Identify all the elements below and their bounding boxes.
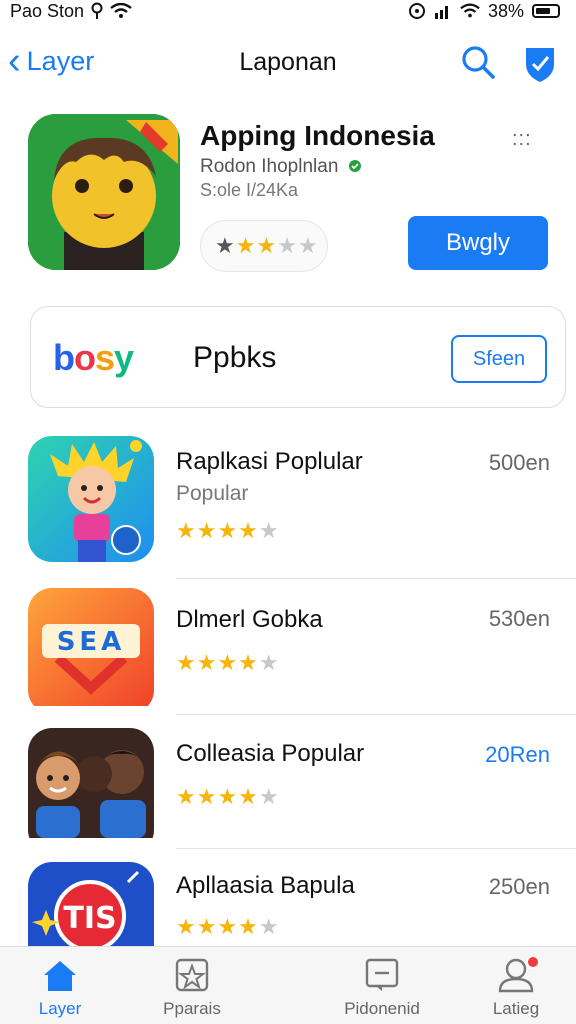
tab-bar: Layer Pparais Pidonenid Latieg (0, 946, 576, 1024)
star-icon: ★ (215, 233, 236, 258)
tab-latieg[interactable]: Latieg (456, 955, 576, 1019)
app-name: Raplkasi Poplular (176, 448, 363, 475)
featured-app-meta: S:ole I/24Ka (200, 180, 299, 200)
divider (176, 714, 576, 715)
wifi-icon (110, 3, 132, 18)
star-icon: ★ (258, 650, 280, 675)
app-name: Apllaasia Bapula (176, 872, 355, 899)
banner-open-button[interactable]: Sfeen (451, 335, 547, 383)
app-rating: ★★★★★ (176, 914, 280, 940)
promo-banner[interactable]: bosy Ppbks Sfeen (30, 306, 566, 408)
tab-label: Pidonenid (344, 999, 420, 1018)
app-rating: ★★★★★ (176, 518, 280, 544)
banner-title: Ppbks (193, 341, 277, 374)
tab-label: Layer (38, 999, 82, 1018)
star-icon: ★ (297, 233, 319, 258)
divider (176, 848, 576, 849)
star-icon: ★★★★ (176, 784, 259, 809)
app-rating: ★★★★★ (176, 784, 280, 810)
cartoon-face-icon (28, 114, 180, 270)
status-right: 38% (408, 1, 560, 22)
featured-developer-text: Rodon Ihoplnlan (200, 156, 339, 177)
featured-app-title: Apping Indonesia (200, 120, 435, 151)
icon-text: SEA (57, 627, 126, 657)
tab-label: Latieg (492, 999, 540, 1018)
more-options-icon[interactable]: ::: (512, 128, 532, 151)
app-name: Colleasia Popular (176, 740, 365, 767)
featured-rating: ★ ★ ★ ★ ★ (200, 220, 328, 272)
battery-percent: 38% (487, 0, 524, 21)
star-icon: ★ (258, 784, 280, 809)
status-bar: Pao Ston 38% (0, 0, 576, 22)
icon-text: TIS (63, 901, 116, 936)
star-icon: ★★★★ (176, 518, 259, 543)
app-icon: SEA (28, 588, 154, 714)
tab-layer[interactable]: Layer (0, 957, 120, 1019)
carrier-label: Pao Ston (10, 0, 85, 21)
app-rating: ★★★★★ (176, 650, 280, 676)
word-game-icon: SEA (28, 588, 154, 706)
battery-icon (532, 4, 560, 18)
star-icon: ★★★★ (176, 650, 259, 675)
star-icon: ★ (235, 233, 257, 258)
star-icon: ★ (258, 518, 280, 543)
app-price[interactable]: 530en (489, 606, 550, 632)
shield-icon[interactable] (522, 44, 558, 84)
star-half-icon: ★ (256, 233, 278, 258)
app-price[interactable]: 250en (489, 874, 550, 900)
featured-app-icon[interactable] (28, 114, 180, 270)
verified-icon (348, 160, 361, 172)
wifi-icon-right (460, 3, 480, 18)
star-icon: ★★★★ (176, 914, 259, 939)
app-category: Popular (176, 482, 249, 505)
tab-pparais[interactable]: Pparais (132, 957, 252, 1019)
logo-letter: s (95, 337, 115, 378)
star-box-icon (175, 958, 209, 992)
search-icon[interactable] (460, 44, 496, 80)
home-icon (44, 961, 76, 991)
featured-app: Apping Indonesia ::: Rodon Ihoplnlan S:o… (0, 112, 576, 282)
logo-letter: y (114, 337, 134, 378)
list-item[interactable]: Colleasia Popular ★★★★★ 20Ren (0, 728, 576, 862)
divider (176, 578, 576, 579)
tab-pidonenid[interactable]: Pidonenid (322, 957, 442, 1019)
notification-badge (526, 955, 540, 969)
status-left: Pao Ston (10, 1, 132, 22)
app-icon (28, 436, 154, 562)
app-price[interactable]: 20Ren (485, 742, 550, 768)
star-icon: ★ (258, 914, 280, 939)
friends-group-icon (28, 728, 154, 838)
alarm-icon (408, 3, 425, 19)
location-icon (91, 2, 103, 19)
kid-character-icon (28, 436, 154, 562)
app-icon: TIS (28, 862, 154, 946)
brand-logo: bosy (53, 337, 134, 379)
message-icon (365, 958, 399, 991)
app-price[interactable]: 500en (489, 450, 550, 476)
badge-game-icon: TIS (28, 862, 154, 946)
signal-icon (434, 6, 448, 19)
list-item[interactable]: SEA Dlmerl Gobka ★★★★★ 530en (0, 586, 576, 720)
logo-letter: b (53, 337, 75, 378)
app-icon (28, 728, 154, 854)
list-item[interactable]: Raplkasi Poplular Popular ★★★★★ 500en (0, 434, 576, 579)
star-icon: ★ (277, 233, 298, 258)
nav-bar: ‹ Layer Laponan (0, 36, 576, 92)
featured-app-developer: Rodon Ihoplnlan (200, 156, 362, 178)
logo-letter: o (74, 337, 96, 378)
app-name: Dlmerl Gobka (176, 606, 323, 633)
get-button[interactable]: Bwgly (408, 216, 548, 270)
tab-label: Pparais (163, 999, 221, 1018)
